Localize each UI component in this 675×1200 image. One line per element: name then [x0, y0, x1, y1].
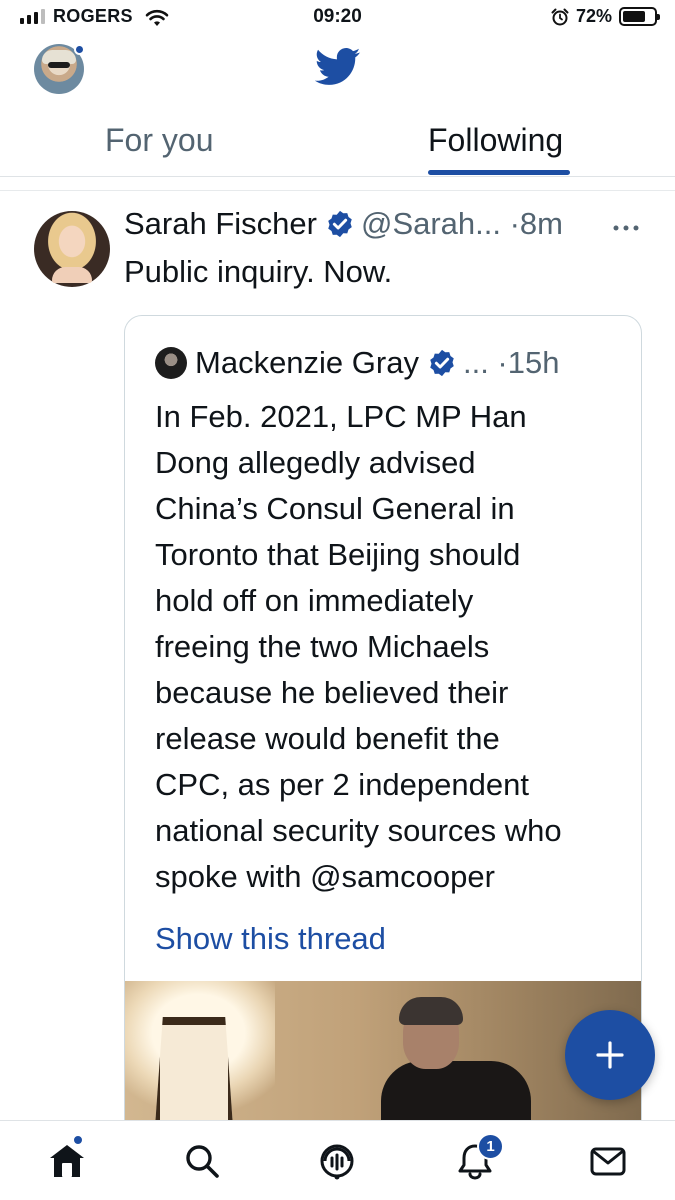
nav-home[interactable] [47, 1141, 87, 1181]
quoted-author-avatar [155, 347, 187, 379]
tweet-author-avatar[interactable] [34, 211, 110, 287]
lamp-image-detail [155, 1017, 233, 1127]
tab-selected-indicator [428, 170, 570, 175]
home-icon [50, 1145, 84, 1177]
quoted-verified-badge-icon [430, 349, 454, 377]
compose-plus-icon [596, 1041, 624, 1069]
verified-badge-icon [328, 210, 352, 238]
nav-search[interactable] [182, 1141, 222, 1181]
battery-percent: 72% [575, 6, 612, 26]
tweet-handle-time: @Sarah... ·8m [360, 206, 563, 241]
compose-tweet-button[interactable] [565, 1010, 655, 1100]
battery-icon [619, 7, 660, 26]
feed-divider [0, 190, 675, 191]
tweet-author-name[interactable]: Sarah Fischer [124, 206, 317, 242]
tab-following[interactable]: Following [428, 122, 563, 159]
nav-spaces[interactable] [317, 1141, 357, 1181]
search-icon [186, 1145, 219, 1178]
quoted-author-name: Mackenzie Gray [195, 345, 419, 380]
twitter-bird-icon [315, 48, 361, 85]
tabs-divider [0, 176, 675, 177]
tweet-text: Public inquiry. Now. [124, 254, 393, 289]
alarm-icon [551, 8, 569, 25]
messages-icon [590, 1147, 626, 1176]
timeline-tabs: For you Following [0, 112, 675, 178]
quoted-tweet-header: Mackenzie Gray ... ·15h [155, 345, 559, 381]
show-thread-link[interactable]: Show this thread [155, 921, 386, 957]
nav-messages[interactable] [588, 1141, 628, 1181]
battery-fill [623, 11, 645, 22]
bottom-nav: 1 [0, 1120, 675, 1200]
home-new-dot [72, 1134, 84, 1146]
notifications-badge: 1 [477, 1133, 504, 1160]
quoted-tweet-text: In Feb. 2021, LPC MP Han Dong allegedly … [155, 399, 562, 894]
profile-avatar[interactable] [34, 44, 85, 94]
status-bar: ROGERS 09:20 72% [0, 0, 675, 34]
tweet-header: Sarah Fischer @Sarah... ·8m [124, 206, 563, 242]
spaces-icon [320, 1144, 354, 1180]
profile-notification-dot [74, 44, 85, 55]
screen: ROGERS 09:20 72% For you Following Sarah… [0, 0, 675, 1200]
right-status-group: 72% [551, 6, 660, 27]
more-options-icon[interactable] [612, 224, 640, 232]
quoted-tweet-card[interactable]: Mackenzie Gray ... ·15h In Feb. 2021, LP… [124, 315, 642, 1200]
quoted-handle-time: ... ·15h [462, 345, 560, 380]
tab-for-you[interactable]: For you [105, 122, 213, 159]
